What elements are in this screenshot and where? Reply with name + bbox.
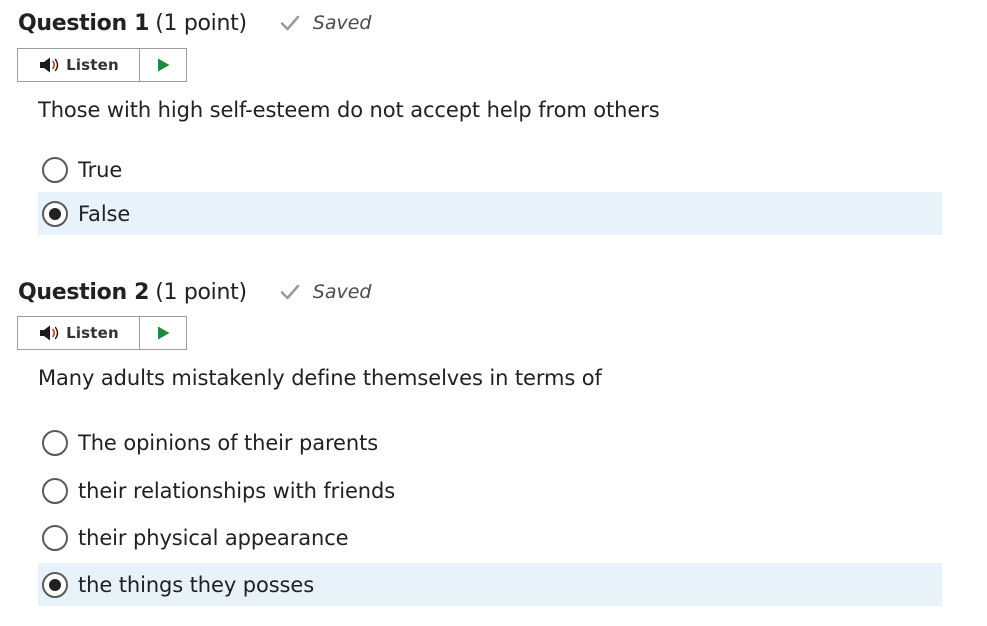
- radio-button-checked[interactable]: [42, 571, 68, 598]
- radio-button[interactable]: [42, 429, 68, 456]
- play-icon: [155, 57, 171, 73]
- answer-option-selected[interactable]: False: [38, 192, 942, 235]
- option-label: True: [78, 157, 123, 182]
- question-title: Question 2: [18, 279, 150, 305]
- option-label: The opinions of their parents: [78, 430, 379, 455]
- speaker-icon: [38, 324, 62, 342]
- option-label: False: [78, 201, 131, 226]
- question-header: Question 1 (1 point) Saved: [18, 9, 371, 37]
- listen-label: Listen: [66, 56, 119, 74]
- option-label: the things they posses: [78, 572, 315, 597]
- saved-status: Saved: [279, 12, 372, 34]
- play-button[interactable]: [140, 317, 186, 349]
- option-label: their physical appearance: [78, 525, 349, 550]
- saved-status-text: Saved: [312, 281, 372, 303]
- answer-option[interactable]: their physical appearance: [38, 516, 942, 559]
- listen-widget: Listen: [17, 48, 187, 82]
- question-header: Question 2 (1 point) Saved: [18, 278, 371, 306]
- saved-status-text: Saved: [312, 12, 372, 34]
- answer-option[interactable]: their relationships with friends: [38, 469, 942, 512]
- play-button[interactable]: [140, 49, 186, 81]
- listen-label: Listen: [66, 324, 119, 342]
- question-text: Many adults mistakenly define themselves…: [38, 366, 602, 390]
- check-icon: [279, 281, 301, 303]
- radio-button[interactable]: [42, 524, 68, 551]
- listen-button[interactable]: Listen: [18, 49, 140, 81]
- speaker-icon: [38, 56, 62, 74]
- question-title: Question 1: [18, 10, 150, 36]
- answer-option[interactable]: True: [38, 148, 942, 191]
- listen-widget: Listen: [17, 316, 187, 350]
- play-icon: [155, 325, 171, 341]
- option-label: their relationships with friends: [78, 478, 396, 503]
- answer-option[interactable]: The opinions of their parents: [38, 421, 942, 464]
- radio-button[interactable]: [42, 156, 68, 183]
- question-text: Those with high self-esteem do not accep…: [38, 98, 660, 122]
- saved-status: Saved: [279, 281, 372, 303]
- check-icon: [279, 12, 301, 34]
- radio-button[interactable]: [42, 477, 68, 504]
- radio-button-checked[interactable]: [42, 200, 68, 227]
- question-points: (1 point): [155, 10, 247, 36]
- answer-option-selected[interactable]: the things they posses: [38, 563, 942, 606]
- question-points: (1 point): [155, 279, 247, 305]
- listen-button[interactable]: Listen: [18, 317, 140, 349]
